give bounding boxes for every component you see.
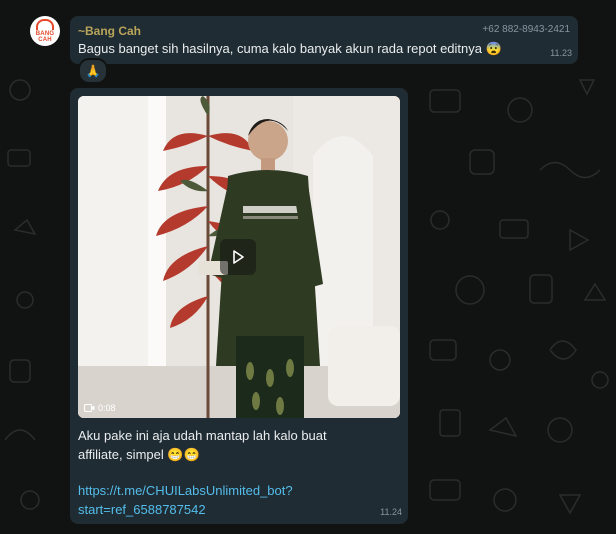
video-thumbnail[interactable]: 0:08 (78, 96, 400, 418)
message-bubble-1[interactable]: ~Bang Cah +62 882-8943-2421 Bagus banget… (70, 16, 578, 64)
sender-avatar[interactable]: BANG CAH (30, 16, 60, 46)
caption-line-1: Aku pake ini aja udah mantap lah kalo bu… (78, 428, 327, 443)
video-camera-icon (84, 404, 95, 412)
play-icon (233, 250, 244, 264)
folded-hands-icon: 🙏 (85, 64, 101, 78)
sender-phone: +62 882-8943-2421 (482, 24, 570, 35)
reaction-badge[interactable]: 🙏 (78, 58, 108, 84)
sender-name[interactable]: ~Bang Cah (78, 24, 141, 38)
bot-link-line-1[interactable]: https://t.me/CHUILabsUnlimited_bot? (78, 481, 293, 500)
avatar-label-line2: CAH (38, 37, 52, 43)
video-duration: 0:08 (84, 403, 116, 413)
message-time: 11.23 (550, 48, 572, 58)
message-time: 11.24 (380, 507, 402, 517)
grinning-face-emoji: 😁😁 (167, 447, 200, 462)
message-text: Bagus banget sih hasilnya, cuma kalo ban… (78, 41, 502, 57)
message-bubble-2[interactable]: 0:08 Aku pake ini aja udah mantap lah ka… (70, 88, 408, 524)
video-duration-label: 0:08 (98, 403, 116, 413)
logo-mark (36, 19, 54, 30)
play-button[interactable] (220, 239, 256, 275)
caption-line-2-text: affiliate, simpel (78, 447, 164, 462)
bot-link-line-2[interactable]: start=ref_6588787542 (78, 500, 206, 519)
caption-line-2: affiliate, simpel 😁😁 (78, 445, 400, 464)
message-text-content: Bagus banget sih hasilnya, cuma kalo ban… (78, 41, 482, 56)
fearful-face-emoji: 😨 (485, 41, 502, 56)
